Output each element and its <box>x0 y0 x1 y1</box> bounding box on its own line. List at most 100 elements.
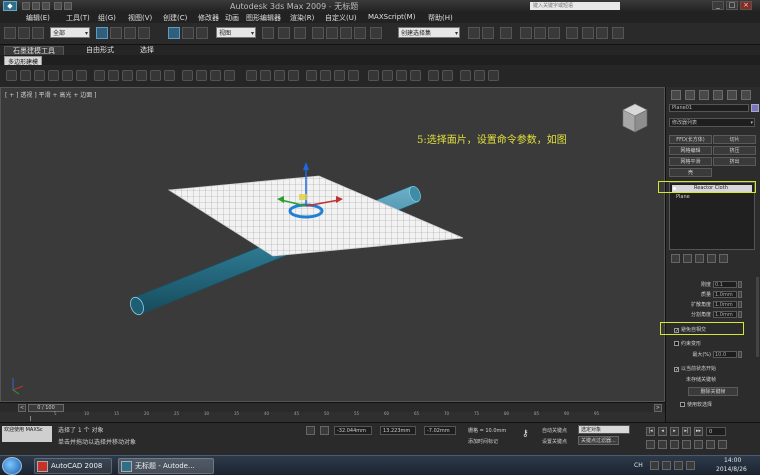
tool-icon-5[interactable] <box>62 70 73 81</box>
new-file-icon[interactable] <box>22 2 30 10</box>
align-icon[interactable] <box>482 27 494 39</box>
spinner-icon[interactable] <box>738 281 742 288</box>
taskbar-item-autocad[interactable]: AutoCAD 2008 <box>34 458 112 474</box>
pin-stack-icon[interactable] <box>671 254 680 263</box>
tool-icon-14[interactable] <box>196 70 207 81</box>
volume-icon[interactable] <box>686 461 695 470</box>
next-frame-icon[interactable]: ▸| <box>682 427 691 436</box>
set-key-button[interactable]: 设置关键点 <box>542 438 567 445</box>
menu-customize[interactable]: 自定义(U) <box>325 13 357 23</box>
unlink-icon[interactable] <box>18 27 30 39</box>
rendered-frame-icon[interactable] <box>596 27 608 39</box>
select-rotate-icon[interactable] <box>182 27 194 39</box>
field-of-view-icon[interactable] <box>682 440 691 449</box>
render-setup-icon[interactable] <box>582 27 594 39</box>
show-end-result-icon[interactable] <box>683 254 692 263</box>
perspective-viewport[interactable]: [ + ] 透视 ] 平滑 + 高光 + 边面 ] 5:选择面片，设置命令参数，… <box>0 87 665 402</box>
tray-icon-2[interactable] <box>662 461 671 470</box>
viewport-label[interactable]: [ + ] 透视 ] 平滑 + 高光 + 边面 ] <box>5 90 97 99</box>
modifier-button-squeeze[interactable]: 挤压 <box>713 146 756 155</box>
use-soft-selection-checkbox[interactable]: 使用软选择 <box>680 401 760 409</box>
checkbox-icon[interactable] <box>674 341 679 346</box>
percent-snap-icon[interactable] <box>340 27 352 39</box>
curve-editor-icon[interactable] <box>534 27 546 39</box>
tray-icon-1[interactable] <box>650 461 659 470</box>
rect-selection-icon[interactable] <box>124 27 136 39</box>
mirror-icon[interactable] <box>468 27 480 39</box>
zoom-icon[interactable] <box>646 440 655 449</box>
open-file-icon[interactable] <box>32 2 40 10</box>
tool-icon-4[interactable] <box>48 70 59 81</box>
key-mode-dropdown[interactable]: 选定对象 <box>578 425 630 434</box>
object-name-field[interactable]: Plane01 <box>669 104 749 112</box>
view-cube[interactable] <box>622 103 648 133</box>
menu-rendering[interactable]: 渲染(R) <box>290 13 314 23</box>
constrain-deformation-checkbox[interactable]: 约束变形 <box>674 340 754 348</box>
tool-icon-9[interactable] <box>122 70 133 81</box>
stack-item-plane[interactable]: Plane <box>672 194 752 201</box>
menu-modifiers[interactable]: 修改器 <box>198 13 219 23</box>
menu-edit[interactable]: 编辑(E) <box>26 13 50 23</box>
tool-icon-8[interactable] <box>108 70 119 81</box>
menu-view[interactable]: 视图(V) <box>128 13 152 23</box>
spinner-icon[interactable] <box>738 311 742 318</box>
snaps-toggle-icon[interactable] <box>312 27 324 39</box>
zoom-extents-icon[interactable] <box>670 440 679 449</box>
display-tab-icon[interactable] <box>727 90 737 100</box>
tool-icon-28[interactable] <box>410 70 421 81</box>
orbit-icon[interactable] <box>706 440 715 449</box>
modify-tab-icon[interactable] <box>685 90 695 100</box>
tool-icon-29[interactable] <box>428 70 439 81</box>
maxscript-listener[interactable]: 欢迎使用 MAXSc <box>2 426 52 442</box>
param-input[interactable]: 1.0mm <box>713 301 737 308</box>
tool-icon-11[interactable] <box>150 70 161 81</box>
select-link-icon[interactable] <box>4 27 16 39</box>
absolute-mode-icon[interactable] <box>320 426 329 435</box>
tool-icon-23[interactable] <box>334 70 345 81</box>
tool-icon-18[interactable] <box>260 70 271 81</box>
create-tab-icon[interactable] <box>671 90 681 100</box>
time-slider-thumb[interactable]: 0 / 100 <box>28 404 64 412</box>
reference-coord-dropdown[interactable]: 视图 <box>216 27 256 39</box>
tool-icon-20[interactable] <box>288 70 299 81</box>
input-language[interactable]: CH <box>634 462 643 469</box>
make-unique-icon[interactable] <box>695 254 704 263</box>
x-coordinate-field[interactable]: -32.044mm <box>334 426 372 435</box>
pivot-center-icon[interactable] <box>262 27 274 39</box>
time-next-button[interactable]: > <box>654 404 662 412</box>
param-input[interactable]: 1.0mm <box>713 311 737 318</box>
add-time-tag-button[interactable]: 添加时间标记 <box>468 438 498 445</box>
tool-icon-32[interactable] <box>474 70 485 81</box>
graphite-toggle-icon[interactable] <box>520 27 532 39</box>
checkbox-checked-icon[interactable]: ✓ <box>674 367 679 373</box>
modifier-button-shell[interactable]: 壳 <box>669 168 712 177</box>
close-button[interactable]: × <box>740 1 752 10</box>
param-input[interactable]: 10.0 <box>713 351 737 358</box>
menu-tools[interactable]: 工具(T) <box>66 13 90 23</box>
tool-icon-3[interactable] <box>34 70 45 81</box>
render-production-icon[interactable] <box>612 27 624 39</box>
object-color-swatch[interactable] <box>751 104 759 112</box>
menu-group[interactable]: 组(G) <box>98 13 116 23</box>
lock-selection-icon[interactable] <box>306 426 315 435</box>
auto-key-button[interactable]: 自动关键点 <box>542 427 567 434</box>
material-editor-icon[interactable] <box>566 27 578 39</box>
spinner-icon[interactable] <box>738 351 742 358</box>
play-icon[interactable]: ▸ <box>670 427 679 436</box>
minimize-button[interactable]: _ <box>712 1 724 10</box>
clock-date[interactable]: 2014/8/26 <box>716 466 747 473</box>
tool-icon-26[interactable] <box>382 70 393 81</box>
select-by-name-icon[interactable] <box>110 27 122 39</box>
select-move-icon[interactable] <box>168 27 180 39</box>
remove-modifier-icon[interactable] <box>707 254 716 263</box>
spinner-icon[interactable] <box>738 301 742 308</box>
spinner-icon[interactable] <box>738 291 742 298</box>
maximize-button[interactable]: □ <box>726 1 738 10</box>
schematic-view-icon[interactable] <box>548 27 560 39</box>
delete-keyframe-button[interactable]: 删除关键帧 <box>688 387 738 396</box>
modifier-button-slice[interactable]: 切片 <box>713 135 756 144</box>
layer-manager-icon[interactable] <box>500 27 512 39</box>
current-frame-field[interactable]: 0 <box>706 427 726 436</box>
tool-icon-30[interactable] <box>442 70 453 81</box>
tool-icon-1[interactable] <box>6 70 17 81</box>
